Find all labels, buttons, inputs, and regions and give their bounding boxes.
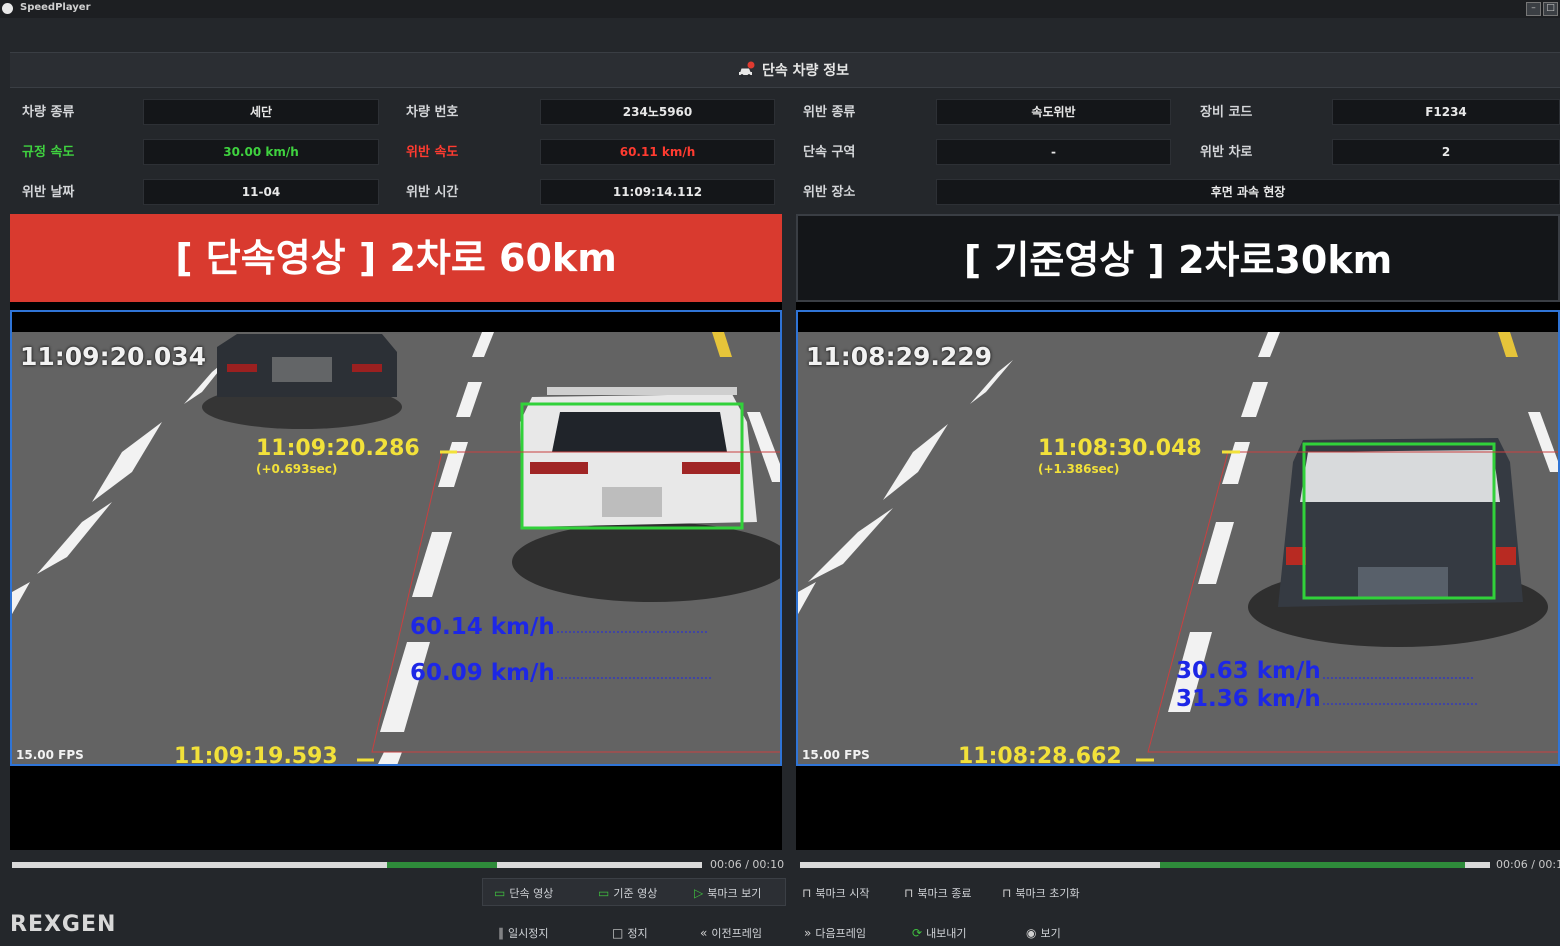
enforcement-speed-1: 60.14 km/h [410, 614, 555, 640]
vehicle-type-label: 차량 종류 [22, 105, 75, 120]
reference-progress-time: 00:06 / 00:10 [1496, 858, 1560, 871]
zone-label: 단속 구역 [803, 145, 856, 160]
lane-label: 위반 차로 [1200, 145, 1253, 160]
title-bar: SpeedPlayer – □ [0, 0, 1560, 18]
reference-progress-bar[interactable] [800, 862, 1490, 868]
video-camera-icon: ▭ [598, 886, 610, 900]
enforcement-mark-offset: (+0.693sec) [256, 462, 338, 476]
reference-progress-bookmark [1160, 862, 1465, 868]
bookmark-end-button[interactable]: ⊓ 북마크 종료 [904, 885, 971, 901]
stop-button[interactable]: □ 정지 [612, 925, 648, 941]
violation-type-value: 속도위반 [936, 99, 1171, 125]
time-value: 11:09:14.112 [540, 179, 775, 205]
next-frame-button[interactable]: » 다음프레임 [804, 925, 866, 941]
lane-value: 2 [1332, 139, 1560, 165]
window-title: SpeedPlayer [20, 2, 91, 13]
device-code-value: F1234 [1332, 99, 1560, 125]
violation-panel-header: 단속 차량 정보 [10, 52, 1560, 88]
limit-speed-value: 30.00 km/h [143, 139, 379, 165]
zone-value: - [936, 139, 1171, 165]
car-alert-icon [739, 61, 755, 77]
panel-title: 단속 차량 정보 [762, 63, 850, 79]
reference-bottom-time: 11:08:28.662 [958, 744, 1122, 766]
reference-speed-1: 30.63 km/h [1176, 658, 1321, 684]
bookmark-reset-button[interactable]: ⊓ 북마크 초기화 [1002, 885, 1080, 901]
enforcement-fps: 15.00 FPS [16, 748, 84, 762]
maximize-button[interactable]: □ [1543, 2, 1558, 16]
bookmark-icon: ⊓ [1002, 886, 1012, 900]
enforcement-video-panel: [ 단속영상 ] 2차로 60km 11:09:20.034 11:09:20.… [10, 214, 782, 850]
view-button[interactable]: ◉ 보기 [1026, 925, 1061, 941]
enforcement-progress-bookmark [387, 862, 497, 868]
enforcement-timestamp: 11:09:20.034 [20, 342, 207, 371]
export-button[interactable]: ⟳ 내보내기 [912, 925, 967, 941]
place-label: 위반 장소 [803, 185, 856, 200]
reference-mark-time: 11:08:30.048 [1038, 436, 1202, 461]
reference-fps: 15.00 FPS [802, 748, 870, 762]
enforcement-progress-bar[interactable] [12, 862, 702, 868]
eye-icon: ◉ [1026, 926, 1037, 940]
place-value: 후면 과속 현장 [936, 179, 1560, 205]
enforcement-speed-2: 60.09 km/h [410, 660, 555, 686]
violation-type-label: 위반 종류 [803, 105, 856, 120]
minimize-button[interactable]: – [1526, 2, 1541, 16]
enforcement-progress-time: 00:06 / 00:10 [710, 858, 785, 871]
enforcement-video-title: [ 단속영상 ] 2차로 60km [10, 214, 782, 302]
plate-label: 차량 번호 [406, 105, 459, 120]
enforce-video-button[interactable]: ▭ 단속 영상 [494, 885, 553, 901]
limit-speed-label: 규정 속도 [22, 145, 75, 160]
rexgen-logo: REXGEN [10, 912, 117, 937]
video-camera-icon: ▭ [494, 886, 506, 900]
pause-button[interactable]: ∥ 일시정지 [498, 925, 548, 941]
bookmark-icon: ⊓ [802, 886, 812, 900]
time-label: 위반 시간 [406, 185, 459, 200]
app-icon [2, 3, 13, 14]
date-label: 위반 날짜 [22, 185, 75, 200]
enforcement-bottom-time: 11:09:19.593 [174, 744, 338, 766]
export-icon: ⟳ [912, 926, 923, 940]
enforcement-video-frame[interactable]: 11:09:20.034 11:09:20.286 (+0.693sec) 60… [10, 310, 782, 766]
reference-mark-offset: (+1.386sec) [1038, 462, 1120, 476]
enforcement-road-scene [12, 312, 780, 764]
double-chevron-left-icon: « [700, 926, 708, 940]
violation-speed-label: 위반 속도 [406, 145, 459, 160]
reference-video-button[interactable]: ▭ 기준 영상 [598, 885, 657, 901]
enforcement-mark-time: 11:09:20.286 [256, 436, 420, 461]
pause-icon: ∥ [498, 926, 504, 940]
date-value: 11-04 [143, 179, 379, 205]
reference-video-title: [ 기준영상 ] 2차로30km [796, 214, 1560, 302]
prev-frame-button[interactable]: «이전프레임 [700, 925, 762, 941]
vehicle-type-value: 세단 [143, 99, 379, 125]
double-chevron-right-icon: » [804, 926, 812, 940]
bookmark-start-button[interactable]: ⊓ 북마크 시작 [802, 885, 869, 901]
reference-timestamp: 11:08:29.229 [806, 342, 993, 371]
reference-speed-2: 31.36 km/h [1176, 686, 1321, 712]
reference-video-frame[interactable]: 11:08:29.229 11:08:30.048 (+1.386sec) 30… [796, 310, 1560, 766]
play-box-icon: ▷ [694, 886, 704, 900]
bookmark-icon: ⊓ [904, 886, 914, 900]
plate-value: 234노5960 [540, 99, 775, 125]
device-code-label: 장비 코드 [1200, 105, 1253, 120]
stop-icon: □ [612, 926, 624, 940]
violation-speed-value: 60.11 km/h [540, 139, 775, 165]
bookmark-view-button[interactable]: ▷ 북마크 보기 [694, 885, 761, 901]
reference-video-panel: [ 기준영상 ] 2차로30km 11:08:29.229 11:08:30.0… [796, 214, 1560, 850]
